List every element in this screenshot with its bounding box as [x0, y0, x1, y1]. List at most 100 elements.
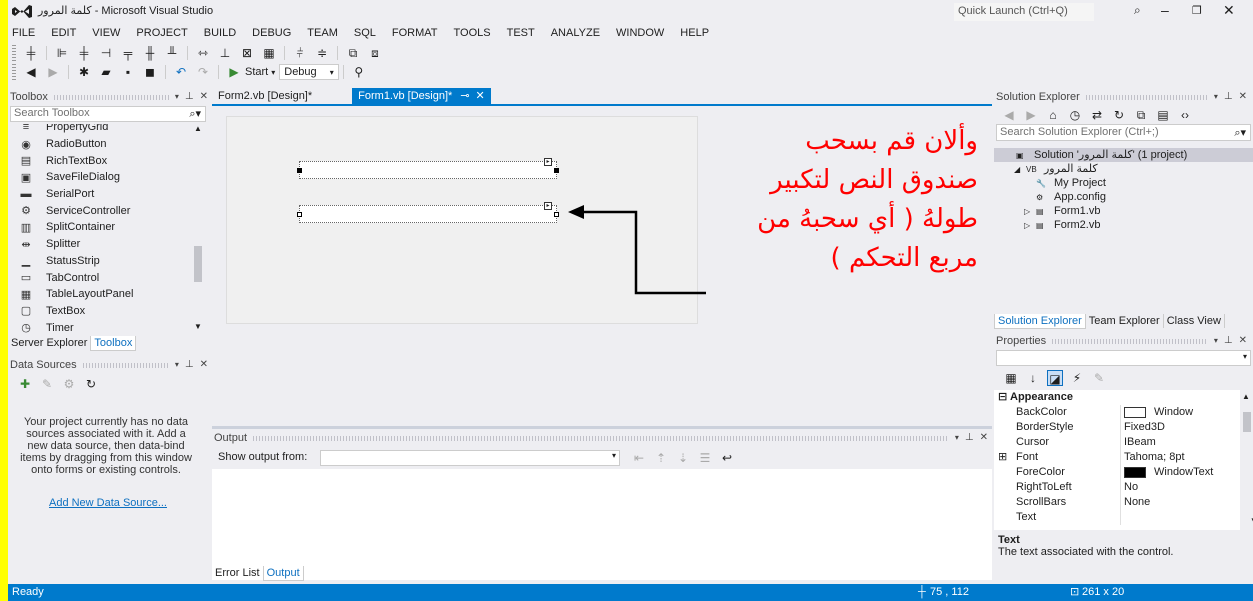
categorized-icon[interactable]: ▦ — [1003, 370, 1019, 386]
menu-item-build[interactable]: BUILD — [196, 24, 244, 42]
add-new-data-source-link[interactable]: Add New Data Source... — [8, 497, 208, 509]
expand-icon[interactable]: ⊞ — [998, 450, 1007, 465]
tab-toolbox[interactable]: Toolbox — [90, 335, 137, 351]
close-window-icon[interactable]: ✕ — [1223, 2, 1235, 19]
align-lefts-icon[interactable]: ⊫ — [54, 45, 70, 61]
properties-icon[interactable]: ▤ — [1155, 107, 1171, 123]
menu-item-team[interactable]: TEAM — [299, 24, 346, 42]
tab-team-explorer[interactable]: Team Explorer — [1086, 314, 1164, 328]
menu-item-test[interactable]: TEST — [499, 24, 543, 42]
minimize-icon[interactable]: – — [1161, 2, 1169, 18]
toolbox-item-statusstrip[interactable]: ▁ StatusStrip — [8, 253, 194, 270]
send-to-back-icon[interactable]: ⧈ — [367, 45, 383, 61]
find-message-icon[interactable]: ⇤ — [631, 450, 647, 466]
make-same-width-icon[interactable]: ⇿ — [195, 45, 211, 61]
solution-configuration-select[interactable]: Debug ▾ — [279, 64, 339, 80]
expander-icon[interactable]: ▷ — [1024, 219, 1036, 233]
save-icon[interactable]: ▪ — [120, 64, 136, 80]
property-row-text[interactable]: Text — [994, 510, 1240, 525]
align-to-grid-icon[interactable]: ╪ — [23, 45, 39, 61]
size-to-grid-icon[interactable]: ▦ — [261, 45, 277, 61]
document-tab-1[interactable]: Form2.vb [Design]* — [212, 88, 318, 104]
property-row-scrollbars[interactable]: ScrollBars None — [994, 495, 1240, 510]
solution-tree-item[interactable]: ⚙ App.config — [994, 190, 1253, 204]
scroll-up-icon[interactable]: ▲ — [1242, 392, 1250, 401]
menu-item-edit[interactable]: EDIT — [43, 24, 84, 42]
menu-item-project[interactable]: PROJECT — [128, 24, 195, 42]
property-row-backcolor[interactable]: BackColor Window — [994, 405, 1240, 420]
start-debugging-icon[interactable]: ▶ — [226, 64, 242, 80]
scrollbar-thumb[interactable] — [1243, 412, 1251, 432]
toolbox-item-propertygrid[interactable]: ≡ PropertyGrid — [8, 124, 194, 136]
toolbar-grip[interactable] — [12, 45, 16, 61]
output-source-select[interactable]: ▾ — [320, 450, 620, 466]
back-icon[interactable]: ◀ — [1001, 107, 1017, 123]
new-project-icon[interactable]: ✱ — [76, 64, 92, 80]
property-value[interactable]: Fixed3D — [1124, 420, 1165, 435]
save-all-icon[interactable]: ◼ — [142, 64, 158, 80]
close-panel-icon[interactable]: ✕ — [200, 356, 208, 374]
solution-tree-item[interactable]: ◢ VB كلمة المرور — [994, 162, 1253, 176]
menu-item-format[interactable]: FORMAT — [384, 24, 446, 42]
properties-scrollbar[interactable]: ▲ ▼ — [1242, 390, 1253, 530]
resize-handle-left[interactable] — [297, 212, 302, 217]
scroll-up-icon[interactable]: ▲ — [194, 124, 202, 133]
resize-handle-left[interactable] — [297, 168, 302, 173]
menu-item-view[interactable]: VIEW — [84, 24, 128, 42]
category-appearance[interactable]: ⊟ Appearance — [994, 390, 1240, 405]
menu-item-tools[interactable]: TOOLS — [446, 24, 499, 42]
solution-tree-item[interactable]: ▷ ▤ Form2.vb — [994, 218, 1253, 232]
align-centers-icon[interactable]: ╪ — [76, 45, 92, 61]
forward-icon[interactable]: ▶ — [1023, 107, 1039, 123]
panel-menu-icon[interactable]: ▾ — [955, 429, 959, 447]
find-in-files-icon[interactable]: ⚲ — [351, 64, 367, 80]
undo-icon[interactable]: ↶ — [173, 64, 189, 80]
solution-tree-item[interactable]: 🔧 My Project — [994, 176, 1253, 190]
horizontal-spacing-icon[interactable]: ⫩ — [292, 45, 308, 61]
close-panel-icon[interactable]: ✕ — [980, 429, 988, 447]
align-rights-icon[interactable]: ⊣ — [98, 45, 114, 61]
menu-item-analyze[interactable]: ANALYZE — [543, 24, 608, 42]
open-file-icon[interactable]: ▰ — [98, 64, 114, 80]
add-data-source-icon[interactable]: ✚ — [17, 376, 33, 392]
quick-launch-input[interactable]: Quick Launch (Ctrl+Q) — [954, 3, 1094, 21]
property-value[interactable]: WindowText — [1154, 465, 1213, 480]
panel-menu-icon[interactable]: ▾ — [175, 88, 179, 106]
pin-icon[interactable]: ⊥ — [965, 429, 974, 447]
property-row-borderstyle[interactable]: BorderStyle Fixed3D — [994, 420, 1240, 435]
property-value[interactable]: None — [1124, 495, 1150, 510]
toolbar-grip[interactable] — [12, 64, 16, 80]
redo-icon[interactable]: ↷ — [195, 64, 211, 80]
navigate-back-icon[interactable]: ◀ — [23, 64, 39, 80]
property-value[interactable]: Window — [1154, 405, 1193, 420]
word-wrap-icon[interactable]: ↩ — [719, 450, 735, 466]
property-row-font[interactable]: ⊞ Font Tahoma; 8pt — [994, 450, 1240, 465]
expander-icon[interactable]: ▷ — [1024, 205, 1036, 219]
configure-dataset-icon[interactable]: ⚙ — [61, 376, 77, 392]
refresh-icon[interactable]: ↻ — [83, 376, 99, 392]
menu-item-debug[interactable]: DEBUG — [244, 24, 299, 42]
menu-item-sql[interactable]: SQL — [346, 24, 384, 42]
expander-icon[interactable]: ◢ — [1014, 163, 1026, 177]
properties-view-icon[interactable]: ◪ — [1047, 370, 1063, 386]
navigate-forward-icon[interactable]: ▶ — [45, 64, 61, 80]
solution-tree-item[interactable]: ▷ ▤ Form1.vb — [994, 204, 1253, 218]
restore-icon[interactable]: ❐ — [1192, 4, 1202, 17]
next-message-icon[interactable]: ⇣ — [675, 450, 691, 466]
refresh-icon[interactable]: ↻ — [1111, 107, 1127, 123]
close-tab-icon[interactable]: ✕ — [476, 88, 485, 104]
pin-icon[interactable]: ⊥ — [185, 356, 194, 374]
panel-menu-icon[interactable]: ▾ — [1214, 332, 1218, 350]
menu-item-window[interactable]: WINDOW — [608, 24, 672, 42]
object-selector[interactable]: ▾ — [996, 350, 1251, 366]
sync-icon[interactable]: ⇄ — [1089, 107, 1105, 123]
edit-dataset-icon[interactable]: ✎ — [39, 376, 55, 392]
solution-tree-item[interactable]: ▣ Solution 'كلمة المرور' (1 project) — [994, 148, 1253, 162]
toolbox-item-splitcontainer[interactable]: ▥ SplitContainer — [8, 219, 194, 236]
tab-class-view[interactable]: Class View — [1164, 314, 1225, 328]
property-pages-icon[interactable]: ✎ — [1091, 370, 1107, 386]
previous-message-icon[interactable]: ⇡ — [653, 450, 669, 466]
align-bottoms-icon[interactable]: ╨ — [164, 45, 180, 61]
textbox-1[interactable]: ▸ — [297, 158, 559, 179]
home-icon[interactable]: ⌂ — [1045, 107, 1061, 123]
